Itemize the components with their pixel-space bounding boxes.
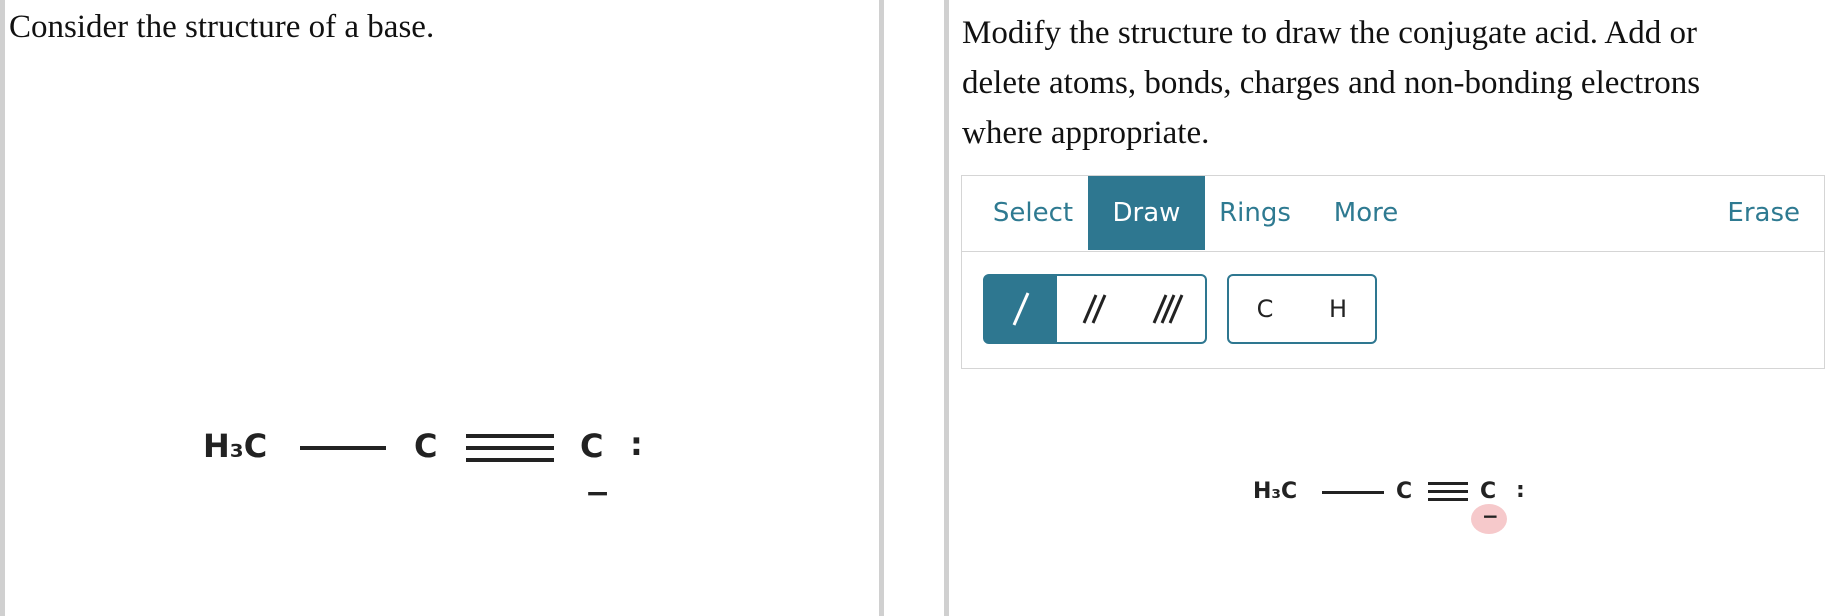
single-bond[interactable] xyxy=(1322,491,1384,494)
lone-pair: : xyxy=(630,425,643,463)
hydrogen-atom-tool[interactable]: H xyxy=(1301,274,1377,344)
tab-rings[interactable]: Rings xyxy=(1205,176,1305,250)
negative-charge[interactable]: − xyxy=(1482,504,1499,528)
editor-toolbar: Select Draw Rings More Erase xyxy=(962,176,1824,252)
lone-pair[interactable]: : xyxy=(1516,478,1525,503)
tab-select[interactable]: Select xyxy=(978,176,1088,250)
carbon-atom-tool[interactable]: C xyxy=(1227,274,1303,344)
negative-charge: − xyxy=(585,476,611,511)
carbon-atom-1: C xyxy=(414,427,438,465)
single-bond xyxy=(300,446,386,450)
single-bond-tool[interactable] xyxy=(983,274,1059,344)
carbon-atom-2: C xyxy=(580,427,604,465)
triple-bond-icon xyxy=(1152,294,1184,324)
tab-draw[interactable]: Draw xyxy=(1088,176,1205,250)
carbon-atom-2[interactable]: C xyxy=(1480,479,1496,504)
erase-button[interactable]: Erase xyxy=(1727,176,1800,251)
double-bond-tool[interactable] xyxy=(1057,274,1133,344)
structure-editor: Select Draw Rings More Erase C H xyxy=(961,175,1825,369)
right-panel: Modify the structure to draw the conjuga… xyxy=(944,0,1830,616)
methyl-group: H₃C xyxy=(203,427,268,465)
carbon-atom-1[interactable]: C xyxy=(1396,479,1412,504)
question-prompt: Modify the structure to draw the conjuga… xyxy=(962,15,1701,151)
question-prompt: Consider the structure of a base. xyxy=(9,9,435,45)
tab-more[interactable]: More xyxy=(1305,176,1427,250)
double-bond-icon xyxy=(1082,294,1107,324)
left-panel: Consider the structure of a base. H₃C C … xyxy=(0,0,884,616)
single-bond-icon xyxy=(1012,292,1030,326)
methyl-group[interactable]: H₃C xyxy=(1253,479,1297,504)
triple-bond-tool[interactable] xyxy=(1131,274,1207,344)
